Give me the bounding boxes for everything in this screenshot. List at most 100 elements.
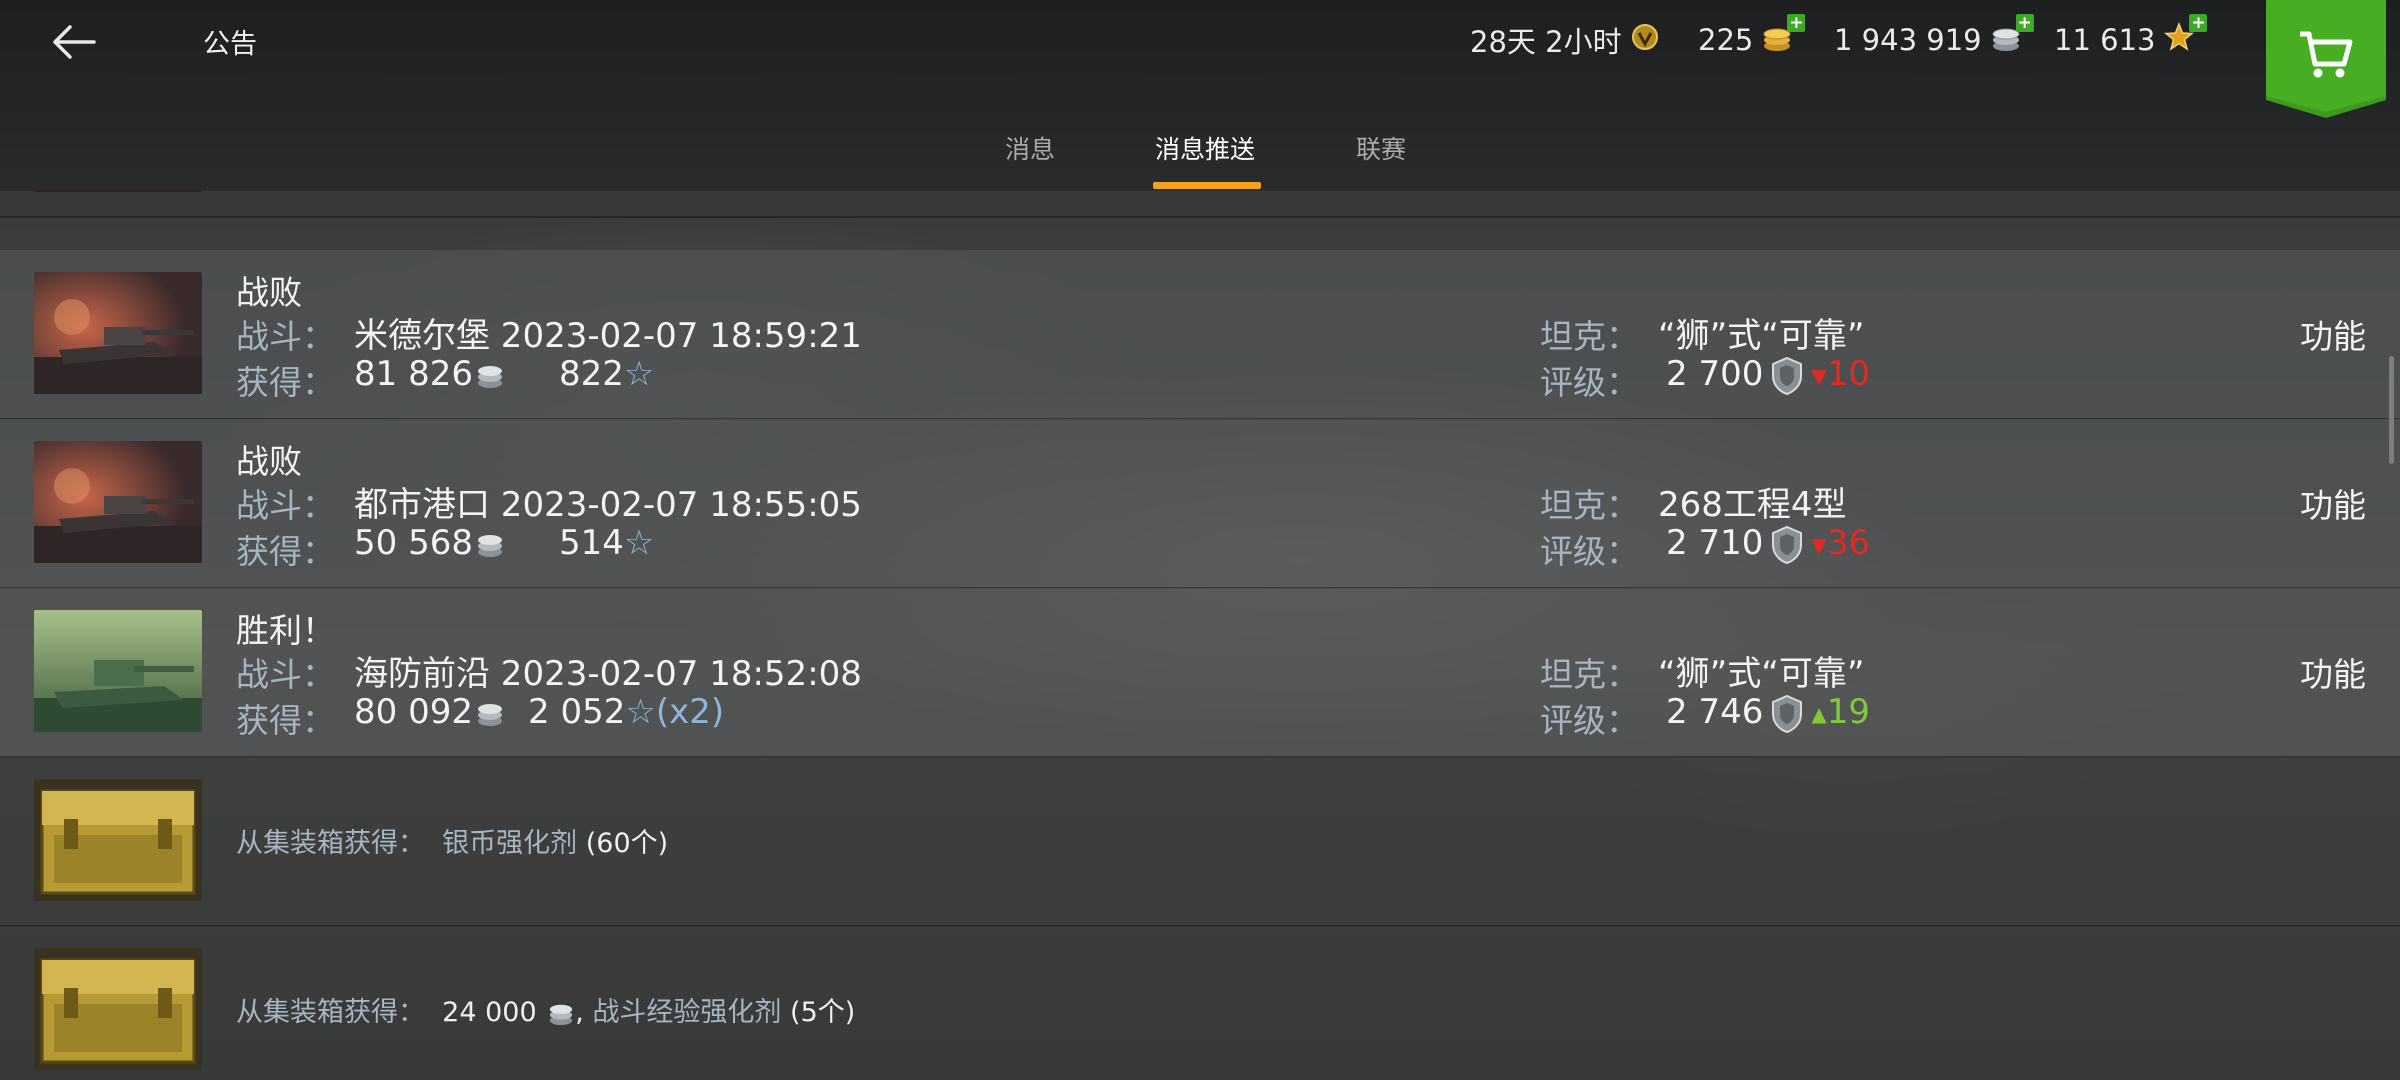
- add-silver-icon[interactable]: +: [2015, 13, 2034, 32]
- tank-label: 坦克：: [1540, 655, 1639, 694]
- credits-earned: 81 826: [354, 354, 505, 394]
- rating-value: 2 746: [1666, 692, 1764, 732]
- gold-value: 225: [1698, 23, 1754, 57]
- crate-thumbnail: [34, 779, 202, 901]
- battle-map-time: 都市港口 2023-02-07 18:55:05: [354, 485, 862, 525]
- tab-league[interactable]: 联赛: [1356, 130, 1406, 190]
- burning-tank-thumbnail: [34, 272, 202, 394]
- list-scrollbar[interactable]: [2389, 356, 2394, 464]
- battle-label: 战斗：: [236, 486, 335, 525]
- xp-star-icon: ☆: [623, 523, 655, 563]
- green-tank-thumbnail: [34, 610, 202, 732]
- credits-value: 80 092: [354, 692, 473, 732]
- burning-tank-thumbnail: [34, 441, 202, 563]
- rating-change: 36: [1826, 523, 1870, 563]
- crate-reward: 从集装箱获得： 24 000 , 战斗经验强化剂 (5个): [236, 990, 855, 1029]
- premium-time[interactable]: 28天 2小时: [1470, 20, 1660, 60]
- battle-map-time: 米德尔堡 2023-02-07 18:59:21: [354, 316, 862, 356]
- battle-map-time: 海防前沿 2023-02-07 18:52:08: [354, 654, 862, 694]
- crate-reward: 从集装箱获得： 银币强化剂 (60个): [236, 821, 668, 860]
- gold-balance[interactable]: 225 +: [1698, 13, 1806, 61]
- credits-value: 81 826: [354, 354, 473, 394]
- reward-credits: 24 000: [442, 997, 537, 1028]
- list-item-partial[interactable]: [0, 190, 2400, 218]
- battle-label: 战斗：: [236, 317, 335, 356]
- rating-shield-icon: [1772, 525, 1803, 564]
- result-title: 战败: [236, 442, 302, 481]
- gold-coins-icon: +: [1761, 13, 1806, 61]
- earned-label: 获得：: [236, 363, 335, 402]
- silver-icon: [477, 365, 502, 388]
- xp-value: 2 052: [528, 692, 626, 732]
- reward-item-name[interactable]: 银币强化剂: [442, 828, 577, 859]
- silver-balance[interactable]: 1 943 919 +: [1834, 13, 2034, 61]
- xp-value: 822: [559, 354, 624, 394]
- xp-earned: 822☆: [559, 354, 654, 394]
- xp-star-icon: ☆: [625, 692, 656, 732]
- result-title: 胜利！: [236, 611, 335, 650]
- tank-name: 268工程4型: [1658, 485, 1847, 525]
- add-gold-icon[interactable]: +: [1787, 13, 1806, 32]
- function-button[interactable]: 功能: [2300, 310, 2366, 358]
- add-free-xp-icon[interactable]: +: [2189, 13, 2208, 32]
- earned-label: 获得：: [236, 532, 335, 571]
- rating-down-arrow-icon: ▼: [1811, 363, 1827, 388]
- free-xp-star-icon: +: [2163, 13, 2208, 61]
- earned-label: 获得：: [236, 701, 335, 740]
- crate-thumbnail: [34, 948, 202, 1070]
- notification-list[interactable]: 战败 战斗： 米德尔堡 2023-02-07 18:59:21 获得： 81 8…: [0, 190, 2400, 1080]
- free-xp-balance[interactable]: 11 613 +: [2054, 13, 2208, 61]
- page-title: 公告: [203, 29, 257, 60]
- tab-messages[interactable]: 消息: [1005, 130, 1055, 190]
- tab-message-push[interactable]: 消息推送: [1155, 130, 1255, 190]
- rating: 2 700 ▼10: [1666, 354, 1870, 396]
- silver-coins-icon: +: [1990, 13, 2034, 61]
- top-bar: 公告 28天 2小时 225 + 1 943 919 + 11 613 + 消息…: [0, 0, 2400, 191]
- xp-earned: 2 052☆(x2): [528, 692, 724, 732]
- battle-result-row[interactable]: 战败 战斗： 都市港口 2023-02-07 18:55:05 获得： 50 5…: [0, 419, 2400, 589]
- back-arrow-icon[interactable]: [48, 16, 100, 68]
- silver-value: 1 943 919: [1834, 23, 1982, 57]
- rating-up-arrow-icon: ▲: [1811, 701, 1827, 726]
- crate-reward-row[interactable]: 从集装箱获得： 24 000 , 战斗经验强化剂 (5个): [0, 926, 2400, 1080]
- tank-name: “狮”式“可靠”: [1658, 316, 1865, 356]
- credits-value: 50 568: [354, 523, 473, 563]
- reward-separator: ,: [575, 997, 584, 1028]
- rating: 2 710 ▼36: [1666, 523, 1870, 565]
- crate-thumbnail: [34, 190, 202, 192]
- crate-source-label: 从集装箱获得：: [236, 997, 425, 1028]
- premium-badge-icon: [1630, 20, 1660, 61]
- crate-reward-row[interactable]: 从集装箱获得： 银币强化剂 (60个): [0, 757, 2400, 927]
- battle-label: 战斗：: [236, 655, 335, 694]
- rating-change: 19: [1826, 692, 1870, 732]
- function-button[interactable]: 功能: [2300, 648, 2366, 696]
- rating-shield-icon: [1772, 694, 1803, 733]
- premium-time-value: 28天 2小时: [1470, 25, 1622, 59]
- function-button[interactable]: 功能: [2300, 479, 2366, 527]
- rating: 2 746 ▲19: [1666, 692, 1870, 734]
- rating-label: 评级：: [1540, 701, 1639, 740]
- silver-icon: [477, 703, 502, 726]
- battle-result-row[interactable]: 胜利！ 战斗： 海防前沿 2023-02-07 18:52:08 获得： 80 …: [0, 588, 2400, 758]
- free-xp-value: 11 613: [2054, 23, 2156, 57]
- rating-value: 2 710: [1666, 523, 1764, 563]
- shop-cart-button[interactable]: [2266, 0, 2386, 118]
- tank-label: 坦克：: [1540, 486, 1639, 525]
- battle-result-row[interactable]: 战败 战斗： 米德尔堡 2023-02-07 18:59:21 获得： 81 8…: [0, 250, 2400, 420]
- rating-label: 评级：: [1540, 363, 1639, 402]
- reward-count: (5个): [790, 997, 856, 1028]
- rating-label: 评级：: [1540, 532, 1639, 571]
- credits-earned: 80 092: [354, 692, 505, 732]
- active-tab-indicator: [1153, 182, 1261, 189]
- tank-name: “狮”式“可靠”: [1658, 654, 1865, 694]
- xp-value: 514: [559, 523, 624, 563]
- rating-value: 2 700: [1666, 354, 1764, 394]
- result-title: 战败: [236, 273, 302, 312]
- xp-earned: 514☆: [559, 523, 654, 563]
- rating-shield-icon: [1772, 356, 1803, 395]
- reward-item-name[interactable]: 战斗经验强化剂: [592, 997, 781, 1028]
- reward-count: (60个): [585, 828, 669, 859]
- rating-down-arrow-icon: ▼: [1811, 532, 1827, 557]
- credits-earned: 50 568: [354, 523, 505, 563]
- xp-star-icon: ☆: [623, 354, 655, 394]
